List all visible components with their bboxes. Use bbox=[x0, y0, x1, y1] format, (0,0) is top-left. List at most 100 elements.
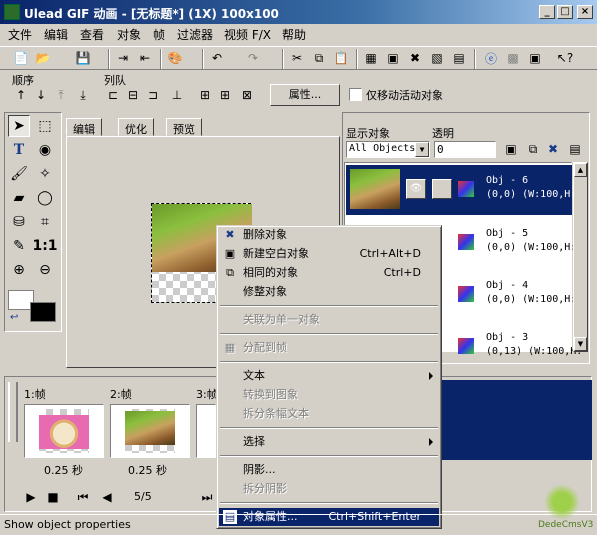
delete-object-icon[interactable]: ✖ bbox=[544, 140, 562, 158]
magic-wand-tool-icon[interactable]: ✧ bbox=[34, 163, 56, 185]
send-to-back-icon[interactable]: ⤓ bbox=[74, 86, 92, 104]
background-color-swatch[interactable] bbox=[30, 302, 56, 322]
only-move-active-checkbox[interactable] bbox=[349, 88, 362, 101]
fill-tool-icon[interactable]: ⛁ bbox=[8, 211, 30, 233]
import-icon[interactable]: ⇥ bbox=[114, 49, 132, 67]
undo-icon[interactable]: ↶ bbox=[208, 49, 226, 67]
bring-forward-icon[interactable]: ↑ bbox=[12, 86, 30, 104]
browser-preview-icon[interactable]: ⓔ bbox=[482, 49, 500, 67]
align-center-icon[interactable]: ⊟ bbox=[124, 86, 142, 104]
duplicate-object-icon[interactable]: ⧉ bbox=[524, 140, 542, 158]
frame-1-thumbnail[interactable] bbox=[24, 404, 104, 458]
lock-toggle[interactable] bbox=[432, 179, 452, 199]
menu-item-merge-single-object[interactable]: 关联为单一对象 bbox=[219, 311, 439, 329]
scroll-up-icon[interactable]: ▲ bbox=[574, 163, 587, 177]
save-icon[interactable]: 💾 bbox=[74, 49, 92, 67]
menu-item-delete-object[interactable]: ✖ 删除对象 bbox=[219, 226, 439, 244]
close-button[interactable]: × bbox=[577, 5, 593, 19]
align-left-icon[interactable]: ⊏ bbox=[104, 86, 122, 104]
compress-icon[interactable]: ▩ bbox=[504, 49, 522, 67]
scroll-down-icon[interactable]: ▼ bbox=[574, 337, 587, 351]
paste-icon[interactable]: 📋 bbox=[332, 49, 350, 67]
first-frame-icon[interactable]: ⏮ bbox=[74, 488, 92, 506]
tab-edit[interactable]: 编辑 bbox=[66, 118, 102, 136]
object-properties-toolbar-icon[interactable]: ▤ bbox=[566, 140, 584, 158]
frame-props-icon[interactable]: ▦ bbox=[362, 49, 380, 67]
blend-mode-icon[interactable] bbox=[458, 338, 474, 354]
selected-frame-highlight[interactable] bbox=[442, 380, 592, 460]
frame-2-thumbnail[interactable] bbox=[110, 404, 190, 458]
add-object-icon[interactable]: ▧ bbox=[428, 49, 446, 67]
context-help-icon[interactable]: ↖? bbox=[556, 49, 574, 67]
title-bar[interactable]: Ulead GIF 动画 - [无标题*] (1X) 100x100 _ □ × bbox=[0, 0, 597, 24]
cut-icon[interactable]: ✂ bbox=[288, 49, 306, 67]
align-right-icon[interactable]: ⊐ bbox=[144, 86, 162, 104]
object-filter-select[interactable]: All Objects ▼ bbox=[346, 141, 430, 158]
bring-to-front-icon[interactable]: ⤒ bbox=[52, 86, 70, 104]
tab-optimize[interactable]: 优化 bbox=[118, 118, 154, 136]
chevron-down-icon[interactable]: ▼ bbox=[415, 142, 429, 157]
menu-item-split-shadow[interactable]: 拆分阴影 bbox=[219, 480, 439, 498]
add-frame-icon[interactable]: ▣ bbox=[384, 49, 402, 67]
menu-item-duplicate-object[interactable]: ⧉ 相同的对象 Ctrl+D bbox=[219, 264, 439, 282]
play-icon[interactable]: ▶ bbox=[22, 488, 40, 506]
tab-preview[interactable]: 预览 bbox=[166, 118, 202, 136]
new-object-icon[interactable]: ▣ bbox=[502, 140, 520, 158]
actual-size-icon[interactable]: 1:1 bbox=[32, 235, 57, 257]
menu-file[interactable]: 文件 bbox=[8, 26, 32, 43]
center-both-icon[interactable]: ⊠ bbox=[238, 86, 256, 104]
menu-item-distribute-to-frames[interactable]: ▦ 分配到帧 bbox=[219, 339, 439, 357]
menu-item-text[interactable]: 文本 bbox=[219, 367, 439, 385]
lasso-tool-icon[interactable]: ◯ bbox=[34, 187, 56, 209]
properties-button[interactable]: 属性... bbox=[270, 84, 340, 106]
maximize-button[interactable]: □ bbox=[557, 5, 573, 19]
previous-frame-icon[interactable]: ◀ bbox=[98, 488, 116, 506]
opacity-spin-input[interactable]: 0 bbox=[434, 141, 496, 158]
send-backward-icon[interactable]: ↓ bbox=[32, 86, 50, 104]
blend-mode-icon[interactable] bbox=[458, 181, 474, 197]
zoom-out-icon[interactable]: ⊖ bbox=[34, 259, 56, 281]
frame-3-thumbnail[interactable] bbox=[196, 404, 216, 458]
menu-item-select[interactable]: 选择 bbox=[219, 433, 439, 451]
copy-icon[interactable]: ⧉ bbox=[310, 49, 328, 67]
pick-tool-icon[interactable]: ➤ bbox=[8, 115, 30, 137]
menu-edit[interactable]: 编辑 bbox=[44, 26, 68, 43]
crop-tool-icon[interactable]: ⌗ bbox=[34, 211, 56, 233]
menu-object[interactable]: 对象 bbox=[117, 26, 141, 43]
frame-panel-grip[interactable] bbox=[8, 382, 18, 442]
transform-tool-icon[interactable]: ◉ bbox=[34, 139, 56, 161]
blend-mode-icon[interactable] bbox=[458, 286, 474, 302]
next-frame-icon[interactable]: ⏭ bbox=[198, 488, 216, 506]
menu-item-split-banner-text[interactable]: 拆分条幅文本 bbox=[219, 405, 439, 423]
new-file-icon[interactable]: 📄 bbox=[12, 49, 30, 67]
minimize-button[interactable]: _ bbox=[539, 5, 555, 19]
object-row-6[interactable]: 👁 Obj - 6 (0,0) (W:100,H:1 bbox=[346, 165, 582, 215]
delete-frame-icon[interactable]: ✖ bbox=[406, 49, 424, 67]
redo-icon[interactable]: ↷ bbox=[244, 49, 262, 67]
export-icon[interactable]: ⇤ bbox=[136, 49, 154, 67]
menu-item-new-blank-object[interactable]: ▣ 新建空白对象 Ctrl+Alt+D bbox=[219, 245, 439, 263]
blend-mode-icon[interactable] bbox=[458, 234, 474, 250]
eraser-tool-icon[interactable]: ▰ bbox=[8, 187, 30, 209]
menu-item-shadow[interactable]: 阴影... bbox=[219, 461, 439, 479]
open-file-icon[interactable]: 📂 bbox=[34, 49, 52, 67]
menu-video-fx[interactable]: 视频 F/X bbox=[224, 26, 271, 43]
swap-colors-icon[interactable]: ↩ bbox=[10, 312, 18, 323]
center-horizontal-icon[interactable]: ⊞ bbox=[196, 86, 214, 104]
eyedropper-tool-icon[interactable]: ✎ bbox=[8, 235, 30, 257]
object-layer-icon[interactable]: ▤ bbox=[450, 49, 468, 67]
paintbrush-tool-icon[interactable]: 🖌 bbox=[8, 163, 30, 185]
menu-item-convert-to-image[interactable]: 转换到图象 bbox=[219, 386, 439, 404]
center-vertical-icon[interactable]: ⊞ bbox=[216, 86, 234, 104]
tips-icon[interactable]: ▣ bbox=[526, 49, 544, 67]
menu-view[interactable]: 查看 bbox=[80, 26, 104, 43]
align-bottom-icon[interactable]: ⊥ bbox=[168, 86, 186, 104]
optimize-wizard-icon[interactable]: 🎨 bbox=[166, 49, 184, 67]
visibility-eye-icon[interactable]: 👁 bbox=[406, 179, 426, 199]
text-tool-icon[interactable]: T bbox=[8, 139, 30, 161]
menu-help[interactable]: 帮助 bbox=[282, 26, 306, 43]
marquee-tool-icon[interactable]: ⬚ bbox=[34, 115, 56, 137]
menu-frame[interactable]: 帧 bbox=[153, 26, 165, 43]
stop-icon[interactable]: ■ bbox=[44, 488, 62, 506]
menu-item-trim-object[interactable]: 修整对象 bbox=[219, 283, 439, 301]
